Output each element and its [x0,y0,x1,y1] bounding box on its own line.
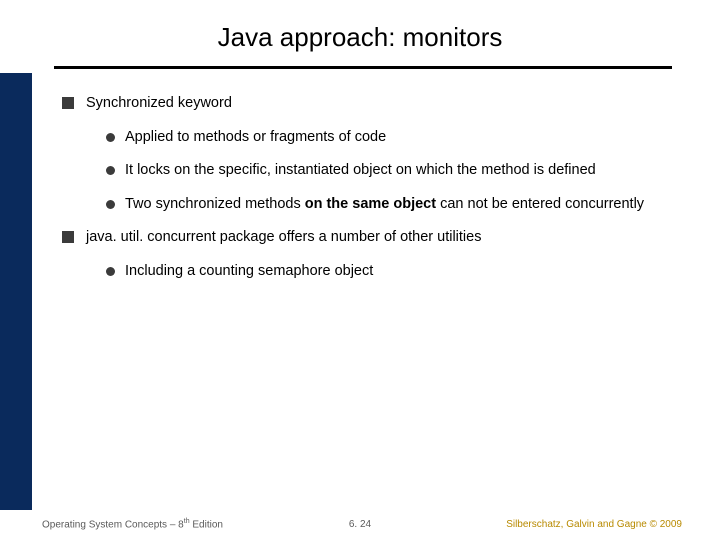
bullet-text: Applied to methods or fragments of code [125,128,680,148]
slide-body: Synchronized keyword Applied to methods … [62,94,680,295]
bullet-text: Synchronized keyword [86,94,232,114]
bullet-text: It locks on the specific, instantiated o… [125,161,680,181]
footer-text: Edition [190,519,223,530]
bold-text: on the same object [305,196,436,212]
circle-bullet-icon [106,166,115,175]
left-sidebar [0,73,32,510]
bullet-text: Two synchronized methods on the same obj… [125,195,680,215]
list-item: java. util. concurrent package offers a … [62,228,680,248]
footer-page-number: 6. 24 [349,519,371,530]
text-segment: can not be entered concurrently [436,196,644,212]
list-item: Synchronized keyword [62,94,680,114]
list-item: It locks on the specific, instantiated o… [106,161,680,181]
title-rule [54,66,672,69]
footer-text: Operating System Concepts – 8 [42,519,184,530]
text-segment: Two synchronized methods [125,196,305,212]
circle-bullet-icon [106,133,115,142]
circle-bullet-icon [106,200,115,209]
square-bullet-icon [62,97,74,109]
footer-left: Operating System Concepts – 8th Edition [42,518,223,530]
footer-copyright: Silberschatz, Galvin and Gagne © 2009 [506,519,682,530]
list-item: Two synchronized methods on the same obj… [106,195,680,215]
circle-bullet-icon [106,267,115,276]
square-bullet-icon [62,231,74,243]
slide-footer: Operating System Concepts – 8th Edition … [0,518,720,530]
bullet-text: Including a counting semaphore object [125,262,680,282]
slide-title: Java approach: monitors [0,22,720,53]
bullet-text: java. util. concurrent package offers a … [86,228,481,248]
list-item: Including a counting semaphore object [106,262,680,282]
list-item: Applied to methods or fragments of code [106,128,680,148]
